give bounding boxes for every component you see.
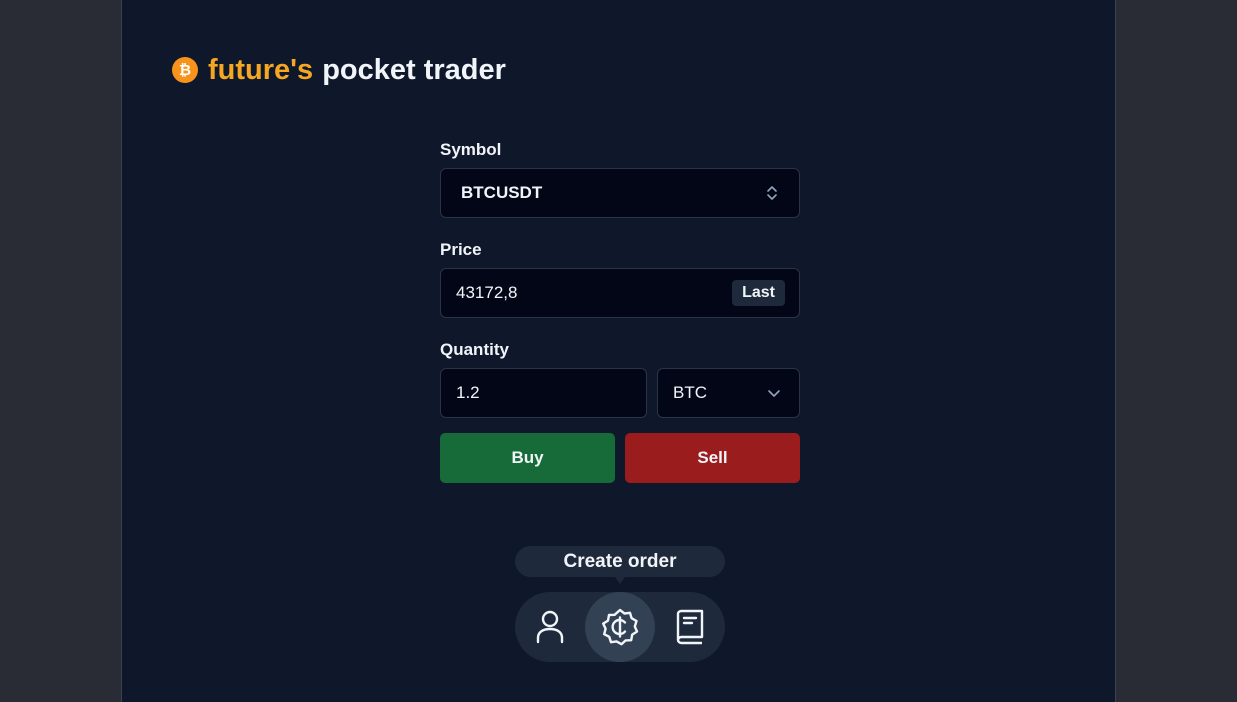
price-input[interactable]: 43172,8 Last — [440, 268, 800, 318]
last-price-button[interactable]: Last — [732, 280, 785, 306]
chevron-down-icon — [768, 390, 780, 397]
svg-text:₿: ₿ — [179, 62, 191, 79]
quantity-row: 1.2 BTC — [440, 368, 800, 418]
price-value: 43172,8 — [456, 283, 518, 302]
symbol-select[interactable]: BTCUSDT — [440, 168, 800, 218]
symbol-value: BTCUSDT — [461, 183, 543, 202]
price-label: Price — [440, 240, 482, 259]
title-text: pocket trader — [322, 53, 506, 86]
nav-tooltip: Create order — [515, 546, 725, 577]
coin-badge-icon — [602, 608, 639, 646]
action-buttons: Buy Sell — [440, 433, 800, 483]
sell-button[interactable]: Sell — [625, 433, 800, 483]
quantity-unit-value: BTC — [673, 383, 707, 402]
quantity-label: Quantity — [440, 340, 509, 359]
user-icon — [536, 610, 564, 644]
quantity-input[interactable]: 1.2 — [440, 368, 647, 418]
nav-item-profile[interactable] — [515, 592, 585, 662]
nav-item-create-order[interactable] — [585, 592, 655, 662]
symbol-label: Symbol — [440, 140, 502, 159]
tooltip-arrow — [615, 577, 625, 584]
quantity-value: 1.2 — [456, 383, 480, 402]
nav-item-orders[interactable] — [655, 592, 725, 662]
page-title: ₿ future's pocket trader — [172, 48, 506, 92]
brand-name: future's — [208, 53, 314, 86]
quantity-unit-select[interactable]: BTC — [657, 368, 800, 418]
bottom-navbar — [515, 592, 725, 662]
bitcoin-icon: ₿ — [172, 57, 198, 83]
chevron-up-down-icon — [767, 186, 777, 200]
order-form: Symbol BTCUSDT Price 43172,8 Last Quanti… — [440, 138, 800, 483]
buy-button[interactable]: Buy — [440, 433, 615, 483]
book-icon — [676, 609, 704, 645]
app-panel: ₿ future's pocket trader Symbol BTCUSDT … — [121, 0, 1116, 702]
